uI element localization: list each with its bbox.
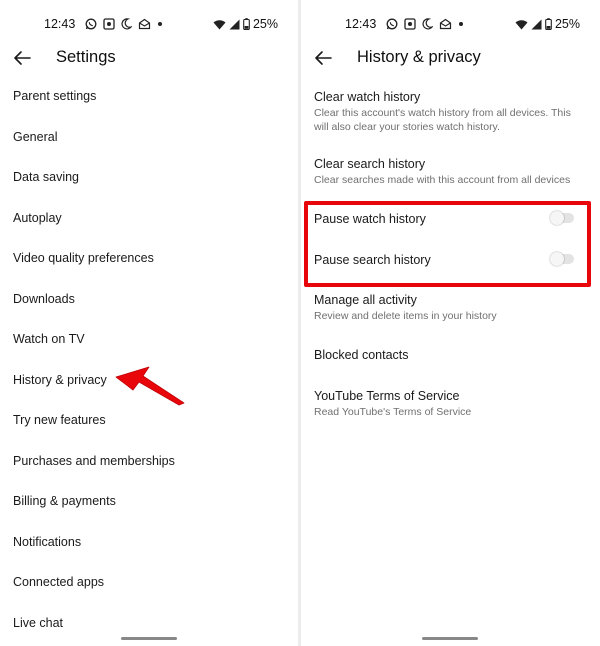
blocked-contacts-item[interactable]: Blocked contacts [314, 347, 586, 363]
terms-of-service-item[interactable]: YouTube Terms of Service Read YouTube's … [314, 388, 586, 419]
pause-search-history-title: Pause search history [314, 253, 431, 267]
menu-item-watch-on-tv[interactable]: Watch on TV [0, 319, 298, 360]
manage-all-activity-subtitle: Review and delete items in your history [314, 310, 497, 322]
back-arrow-icon[interactable] [12, 48, 32, 68]
app-bar: History & privacy [301, 42, 600, 74]
pause-watch-history-toggle[interactable] [550, 211, 574, 225]
wifi-icon [213, 19, 226, 29]
screenshot-icon [103, 18, 115, 30]
screenshot-icon [404, 18, 416, 30]
manage-all-activity-item[interactable]: Manage all activity Review and delete it… [314, 292, 586, 323]
dot-icon [158, 22, 162, 26]
menu-item-purchases[interactable]: Purchases and memberships [0, 441, 298, 482]
whatsapp-icon [85, 18, 97, 30]
settings-menu: Parent settings General Data saving Auto… [0, 76, 298, 643]
mail-open-icon [138, 18, 151, 30]
system-icons: 25% [515, 17, 580, 31]
gesture-nav-bar[interactable] [121, 637, 177, 640]
battery-percent: 25% [252, 17, 278, 31]
pause-search-history-item[interactable]: Pause search history [314, 252, 586, 268]
manage-all-activity-title: Manage all activity [314, 293, 417, 307]
terms-of-service-subtitle: Read YouTube's Terms of Service [314, 406, 472, 418]
moon-icon [422, 18, 433, 30]
clear-watch-history-subtitle: Clear this account's watch history from … [314, 107, 571, 133]
history-privacy-screen: 12:43 25% History & privacy Clear watch … [301, 0, 600, 646]
pause-watch-history-title: Pause watch history [314, 212, 426, 226]
system-icons: 25% [213, 17, 278, 31]
menu-item-downloads[interactable]: Downloads [0, 279, 298, 320]
status-bar: 12:43 25% [0, 14, 298, 34]
clear-search-history-title: Clear search history [314, 157, 426, 171]
menu-item-notifications[interactable]: Notifications [0, 522, 298, 563]
menu-item-billing[interactable]: Billing & payments [0, 481, 298, 522]
signal-icon [229, 19, 240, 29]
battery-percent: 25% [554, 17, 580, 31]
clear-search-history-subtitle: Clear searches made with this account fr… [314, 174, 571, 186]
pause-search-history-toggle[interactable] [550, 252, 574, 266]
clear-watch-history-item[interactable]: Clear watch history Clear this account's… [314, 89, 586, 134]
menu-item-parent-settings[interactable]: Parent settings [0, 76, 298, 117]
clear-watch-history-title: Clear watch history [314, 90, 421, 104]
notification-icons [386, 18, 464, 30]
moon-icon [121, 18, 132, 30]
page-title: Settings [56, 48, 116, 66]
page-title: History & privacy [357, 48, 481, 66]
status-time: 12:43 [44, 17, 76, 31]
app-bar: Settings [0, 42, 298, 74]
menu-item-connected-apps[interactable]: Connected apps [0, 562, 298, 603]
wifi-icon [515, 19, 528, 29]
menu-item-video-quality[interactable]: Video quality preferences [0, 238, 298, 279]
menu-item-data-saving[interactable]: Data saving [0, 157, 298, 198]
menu-item-autoplay[interactable]: Autoplay [0, 198, 298, 239]
back-arrow-icon[interactable] [313, 48, 333, 68]
clear-search-history-item[interactable]: Clear search history Clear searches made… [314, 156, 586, 187]
toggle-knob [550, 211, 564, 225]
gesture-nav-bar[interactable] [422, 637, 478, 640]
status-time: 12:43 [345, 17, 377, 31]
battery-icon [545, 18, 552, 30]
whatsapp-icon [386, 18, 398, 30]
signal-icon [531, 19, 542, 29]
menu-item-general[interactable]: General [0, 117, 298, 158]
terms-of-service-title: YouTube Terms of Service [314, 389, 460, 403]
pointer-arrow-annotation [115, 366, 185, 406]
settings-screen: 12:43 25% Settings Parent settings Gener… [0, 0, 298, 646]
pause-watch-history-item[interactable]: Pause watch history [314, 211, 586, 227]
mail-open-icon [439, 18, 452, 30]
dot-icon [459, 22, 463, 26]
notification-icons [85, 18, 163, 30]
toggle-knob [550, 252, 564, 266]
battery-icon [243, 18, 250, 30]
status-bar: 12:43 25% [301, 14, 600, 34]
blocked-contacts-title: Blocked contacts [314, 348, 409, 362]
